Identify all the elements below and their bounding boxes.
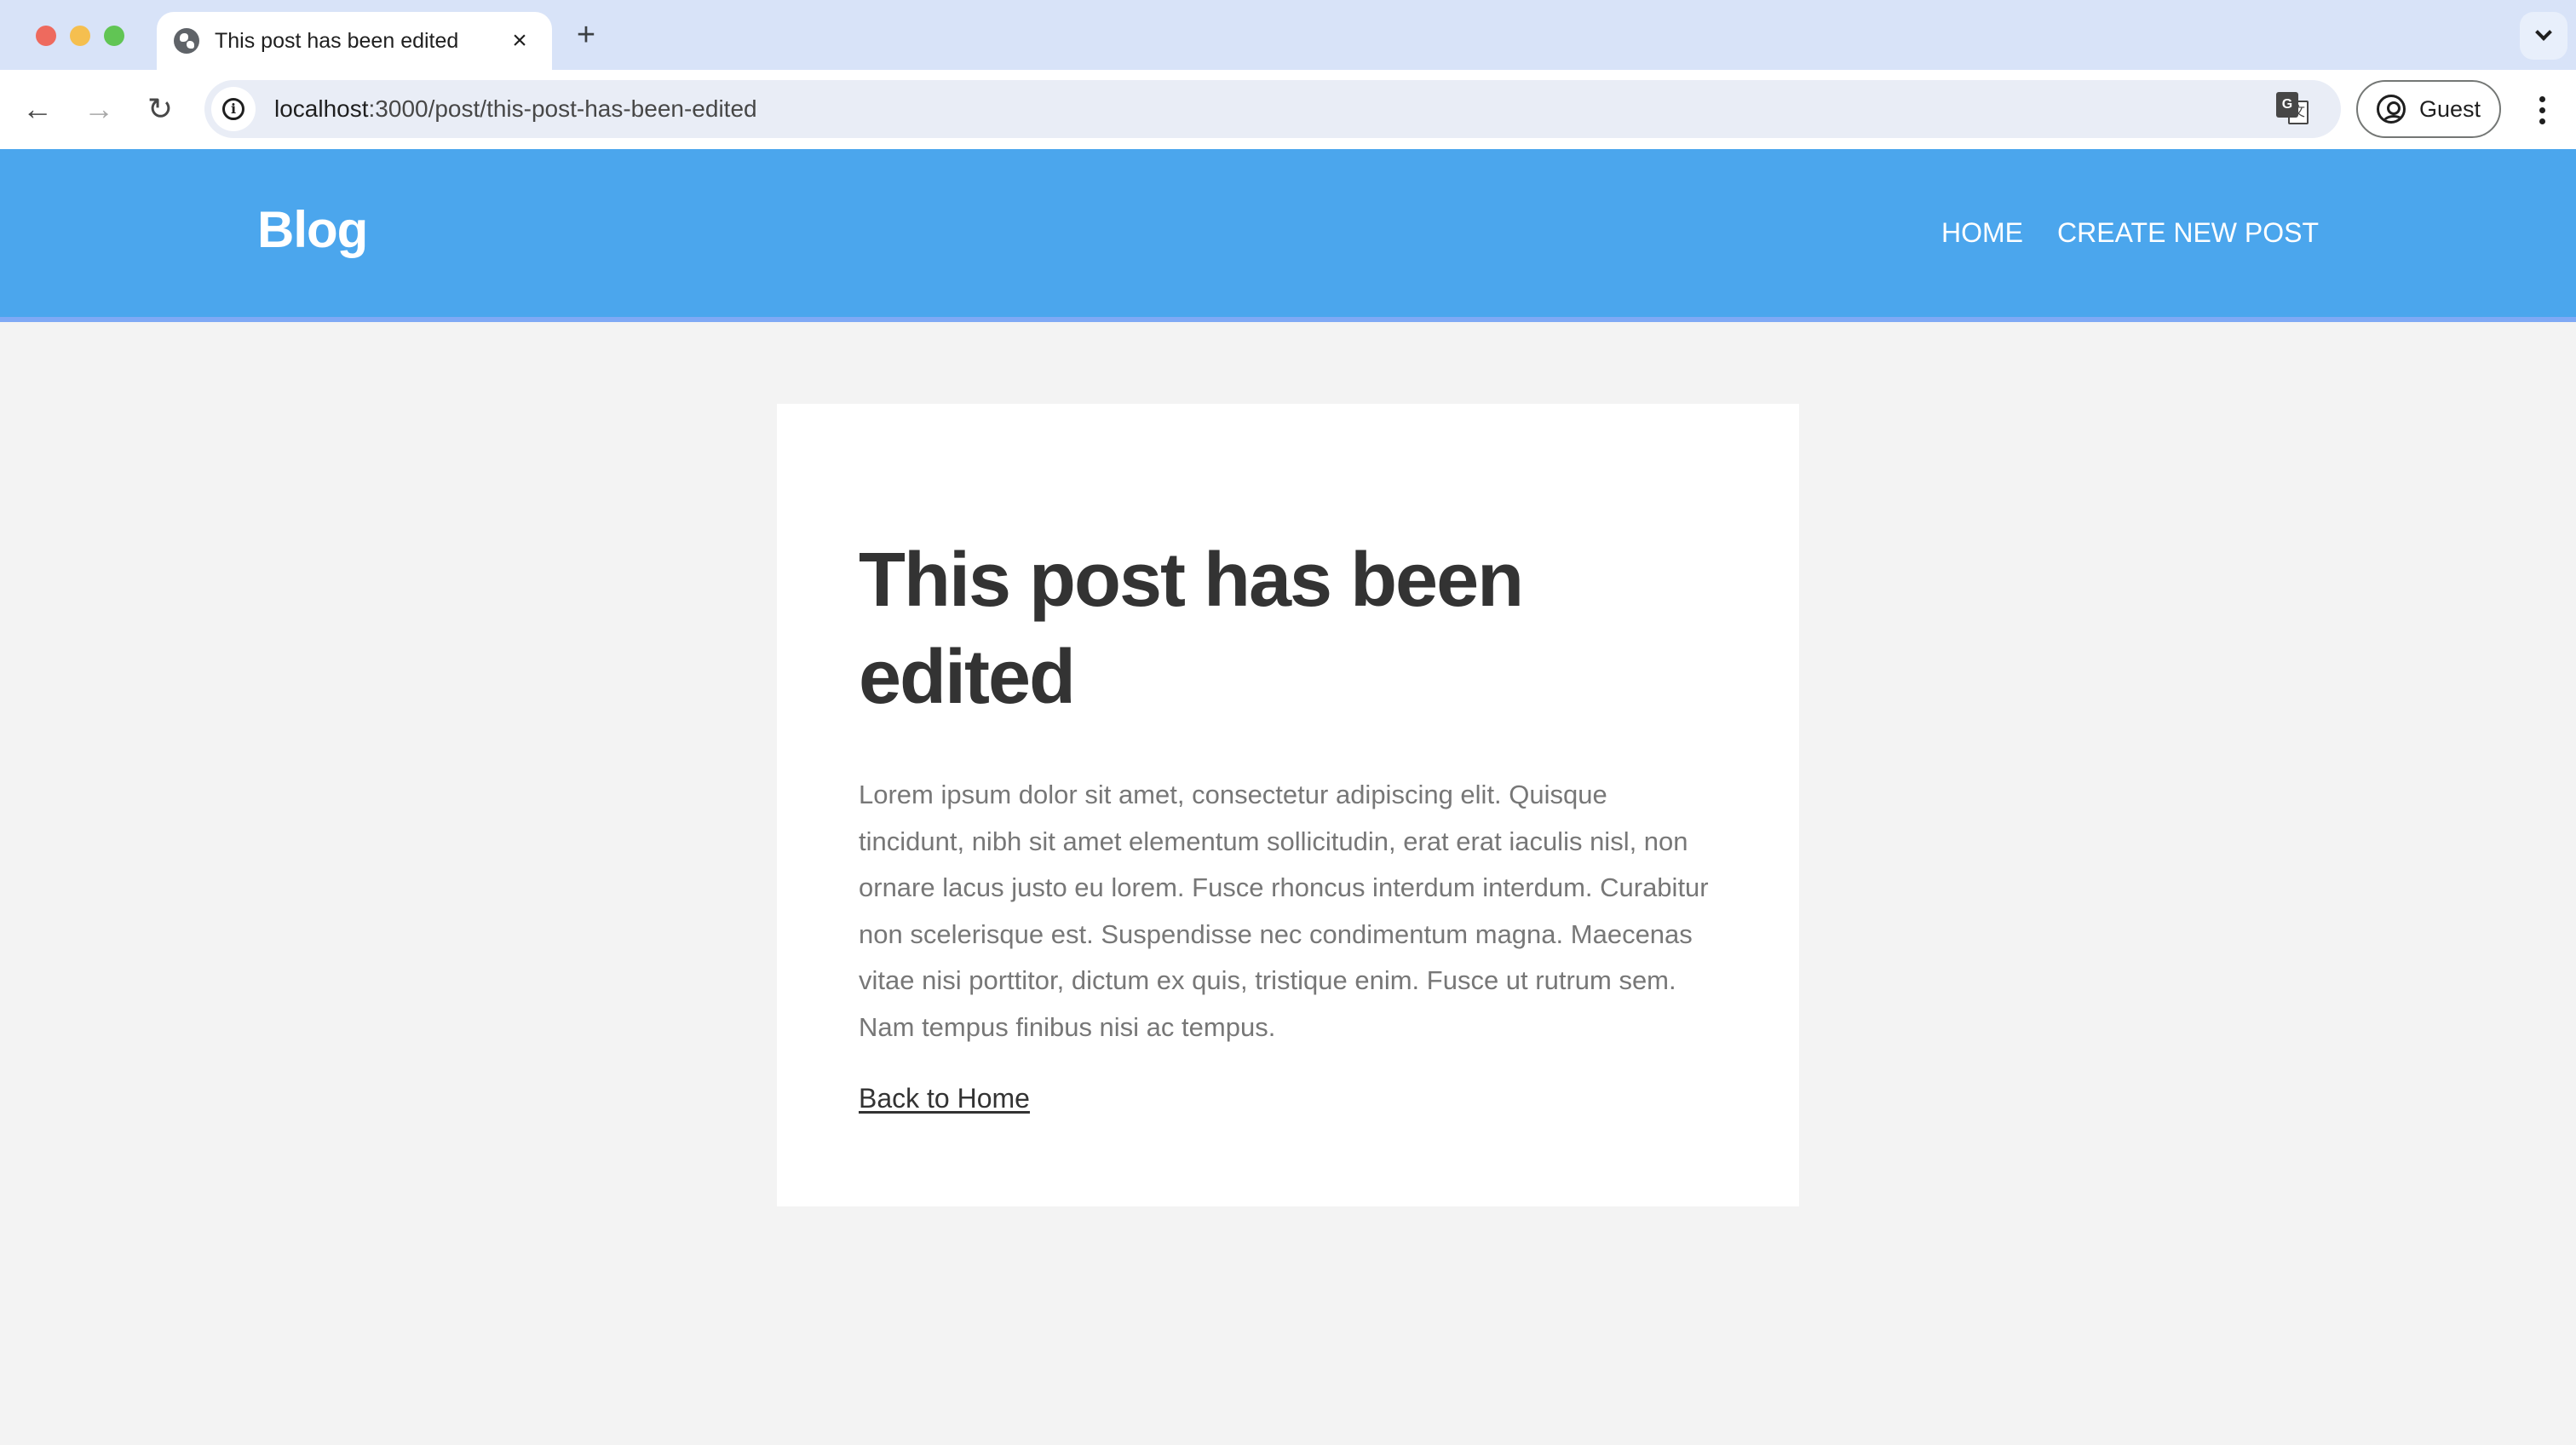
site-info-button[interactable]: i bbox=[211, 87, 256, 131]
arrow-right-icon: → bbox=[83, 91, 114, 126]
forward-button[interactable]: → bbox=[77, 87, 121, 131]
close-window-button[interactable] bbox=[36, 26, 56, 46]
post-card: This post has been edited Lorem ipsum do… bbox=[777, 404, 1799, 1206]
minimize-window-button[interactable] bbox=[70, 26, 90, 46]
new-tab-button[interactable]: + bbox=[569, 15, 603, 55]
post-title: This post has been edited bbox=[859, 538, 1524, 720]
main-nav: HOME CREATE NEW POST bbox=[1941, 217, 2319, 249]
nav-create-new-post[interactable]: CREATE NEW POST bbox=[2057, 217, 2319, 249]
site-header: Blog HOME CREATE NEW POST bbox=[0, 149, 2576, 322]
post-body: Lorem ipsum dolor sit amet, consectetur … bbox=[859, 780, 1709, 1042]
chevron-down-icon bbox=[2535, 24, 2552, 41]
translate-button[interactable]: 文 G bbox=[2276, 92, 2310, 126]
reload-button[interactable]: ↻ bbox=[138, 87, 182, 131]
arrow-left-icon: ← bbox=[22, 91, 53, 126]
browser-window: This post has been edited × + ← → ↻ i lo… bbox=[0, 0, 2576, 1445]
profile-button[interactable]: Guest bbox=[2356, 80, 2501, 138]
url-host: localhost bbox=[274, 95, 369, 122]
address-bar[interactable]: i localhost:3000/post/this-post-has-been… bbox=[204, 80, 2341, 138]
maximize-window-button[interactable] bbox=[104, 26, 124, 46]
url-text[interactable]: localhost:3000/post/this-post-has-been-e… bbox=[274, 95, 2276, 123]
nav-home[interactable]: HOME bbox=[1941, 217, 2023, 249]
browser-toolbar: ← → ↻ i localhost:3000/post/this-post-ha… bbox=[0, 70, 2576, 149]
tab-close-icon[interactable]: × bbox=[504, 26, 535, 55]
more-vert-icon-dot bbox=[2539, 107, 2545, 113]
tab-search-button[interactable] bbox=[2520, 12, 2567, 60]
reload-icon: ↻ bbox=[147, 91, 174, 126]
more-vert-icon bbox=[2539, 95, 2545, 102]
profile-label: Guest bbox=[2419, 95, 2481, 122]
brand-logo[interactable]: Blog bbox=[257, 200, 368, 259]
tab-active[interactable]: This post has been edited × bbox=[157, 12, 552, 70]
back-to-home-link[interactable]: Back to Home bbox=[859, 1083, 1030, 1114]
translate-icon: G bbox=[2276, 92, 2298, 118]
account-circle-icon bbox=[2377, 95, 2406, 124]
tab-strip: This post has been edited × + bbox=[0, 0, 2576, 70]
info-icon: i bbox=[222, 98, 244, 120]
back-button[interactable]: ← bbox=[15, 87, 60, 131]
more-vert-icon-dot bbox=[2539, 118, 2545, 124]
tab-title: This post has been edited bbox=[215, 28, 459, 53]
url-path: :3000/post/this-post-has-been-edited bbox=[368, 95, 757, 122]
globe-icon bbox=[174, 28, 199, 54]
browser-menu-button[interactable] bbox=[2525, 89, 2559, 131]
